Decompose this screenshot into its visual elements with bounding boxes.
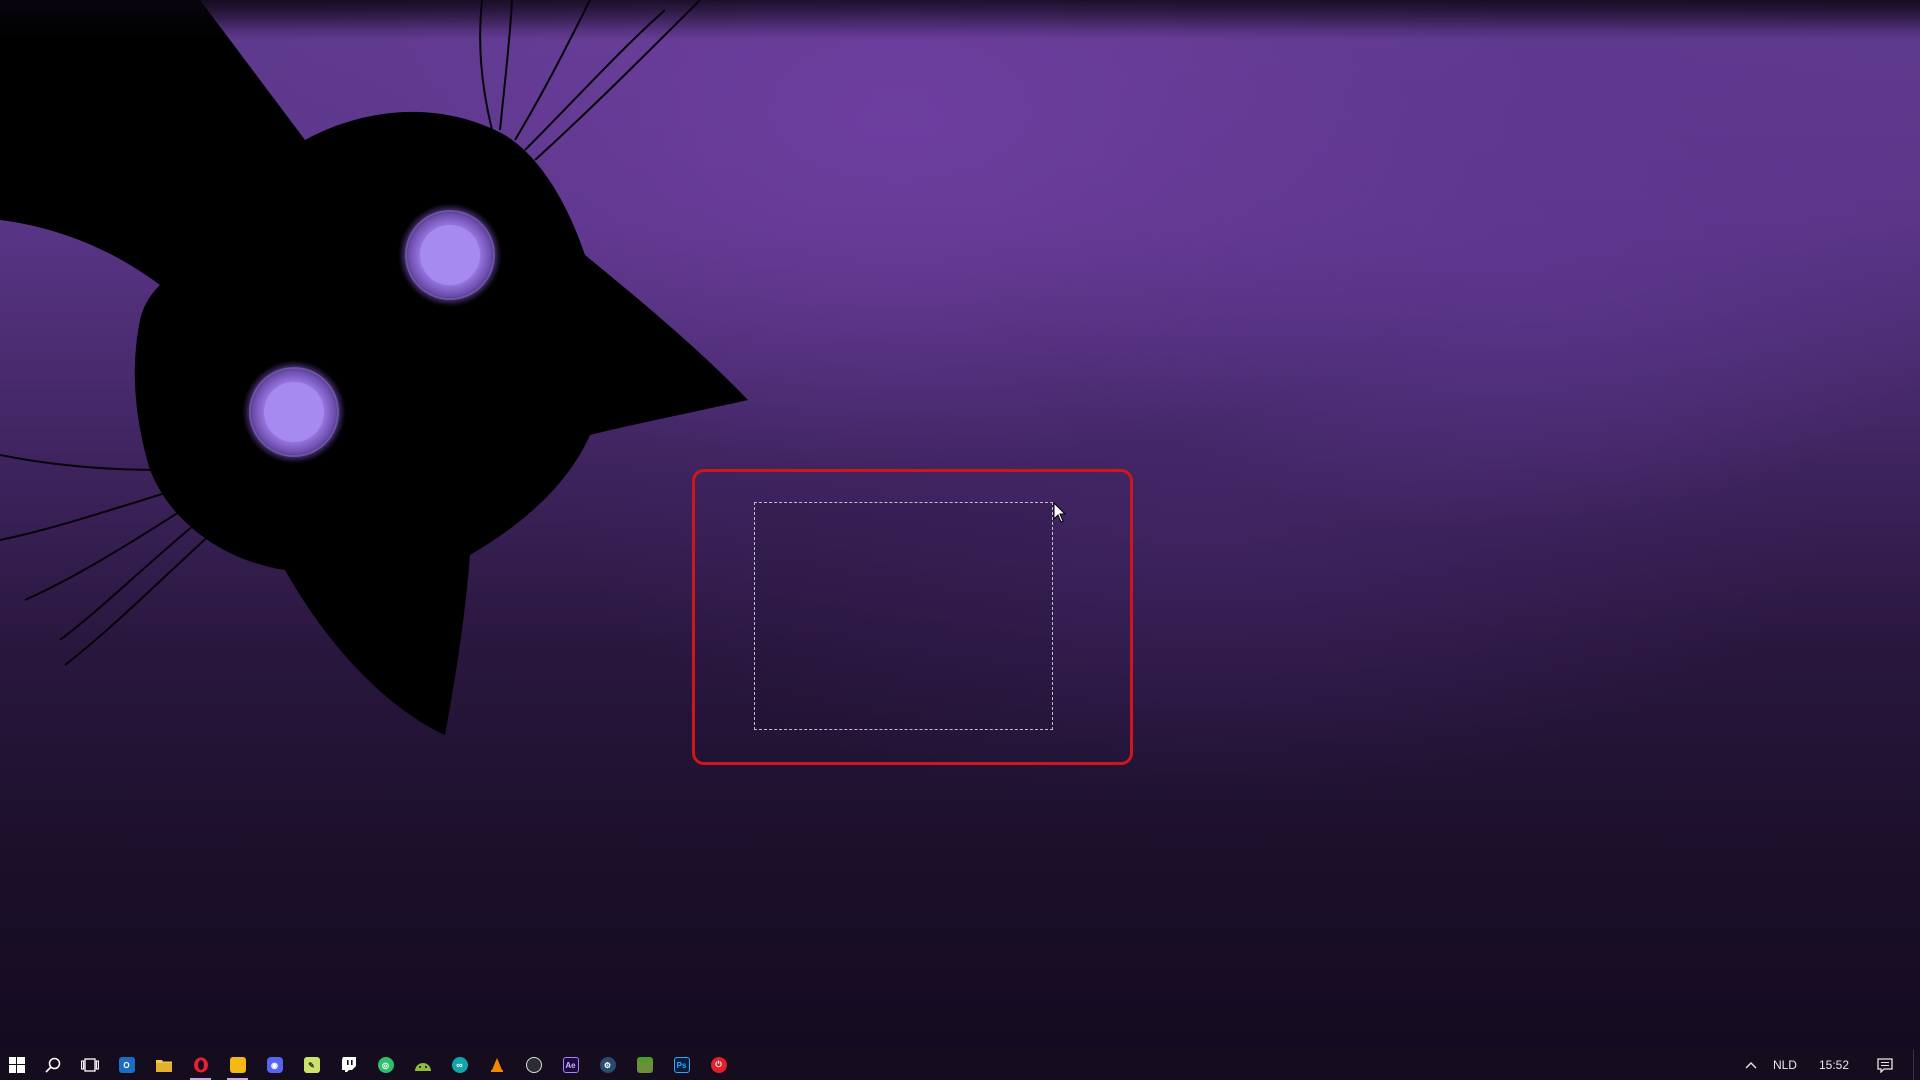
globe-app-icon: ◎ (377, 1057, 394, 1073)
taskbar-app-opera[interactable] (182, 1050, 219, 1080)
taskbar-app-vlc[interactable] (478, 1050, 515, 1080)
power-app-icon: ⏻ (710, 1057, 727, 1073)
clock-time: 15:52 (1818, 1058, 1849, 1072)
taskbar-app-minecraft[interactable] (626, 1050, 663, 1080)
desktop-selection-rectangle (754, 502, 1053, 730)
taskbar-app-outlook[interactable]: O (108, 1050, 145, 1080)
mouse-cursor-icon (1053, 502, 1067, 523)
clock[interactable]: 15:52 (1805, 1050, 1863, 1080)
taskbar-app-obs[interactable] (515, 1050, 552, 1080)
language-indicator[interactable]: NLD (1765, 1050, 1805, 1080)
notepad-icon: ✎ (303, 1057, 320, 1073)
taskbar-app-discord[interactable]: ◉ (256, 1050, 293, 1080)
cortana-search-button[interactable] (34, 1050, 71, 1080)
twitch-icon (341, 1057, 356, 1072)
vlc-icon (490, 1058, 503, 1072)
taskbar-app-steam[interactable]: ⚙ (589, 1050, 626, 1080)
search-icon (44, 1057, 60, 1073)
outlook-icon: O (118, 1057, 135, 1073)
taskbar-app-globe[interactable]: ◎ (367, 1050, 404, 1080)
start-button[interactable] (0, 1050, 34, 1080)
show-desktop-button[interactable] (1913, 1050, 1920, 1080)
folder-icon (155, 1060, 172, 1072)
minecraft-icon (636, 1057, 653, 1073)
steam-icon: ⚙ (599, 1057, 616, 1073)
taskbar-app-sticky[interactable] (219, 1050, 256, 1080)
after-effects-icon: Ae (562, 1057, 579, 1073)
taskbar-app-twitch[interactable] (330, 1050, 367, 1080)
desktop[interactable] (0, 0, 1920, 1050)
discord-icon: ◉ (266, 1057, 283, 1073)
language-label: NLD (1772, 1058, 1797, 1072)
photoshop-icon: Ps (673, 1057, 690, 1073)
arduino-icon: ∞ (451, 1057, 468, 1073)
opera-icon (193, 1057, 208, 1073)
taskbar-app-notepad[interactable]: ✎ (293, 1050, 330, 1080)
task-view-button[interactable] (71, 1050, 108, 1080)
task-view-icon (80, 1058, 99, 1072)
chevron-up-icon (1745, 1062, 1757, 1069)
sticky-app-icon (229, 1057, 246, 1073)
taskbar-app-power[interactable]: ⏻ (700, 1050, 737, 1080)
taskbar-app-after-effects[interactable]: Ae (552, 1050, 589, 1080)
show-hidden-icons-button[interactable] (1737, 1050, 1765, 1080)
system-tray: NLD 15:52 (1737, 1050, 1920, 1080)
windows-logo-icon (9, 1057, 25, 1073)
notification-icon (1877, 1057, 1893, 1073)
taskbar: O ◉ ✎ ◎ ∞ Ae ⚙ Ps ⏻ NLD 15:52 (0, 1050, 1920, 1080)
taskbar-app-android[interactable] (404, 1050, 441, 1080)
taskbar-app-file-explorer[interactable] (145, 1050, 182, 1080)
action-center-button[interactable] (1863, 1050, 1907, 1080)
obs-icon (525, 1057, 542, 1073)
taskbar-app-arduino[interactable]: ∞ (441, 1050, 478, 1080)
android-icon (414, 1063, 431, 1071)
taskbar-app-photoshop[interactable]: Ps (663, 1050, 700, 1080)
